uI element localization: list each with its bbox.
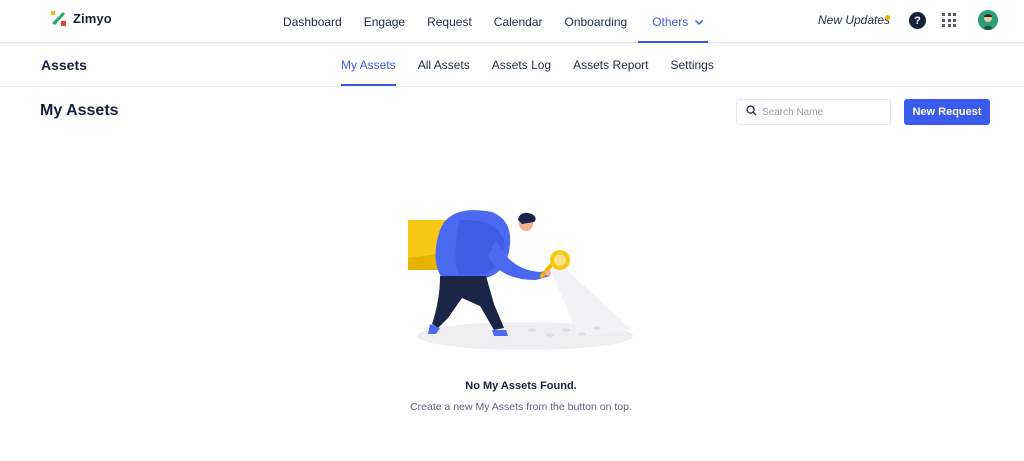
app-logo[interactable]: Zimyo [50,10,112,27]
nav-item-engage[interactable]: Engage [353,0,416,43]
app-name: Zimyo [73,11,112,26]
nav-item-others[interactable]: Others [638,0,709,43]
module-title: Assets [41,57,87,73]
empty-state-title: No My Assets Found. [465,380,577,392]
empty-search-illustration [400,200,640,360]
new-updates-link[interactable]: New Updates [818,13,890,27]
avatar[interactable] [978,10,998,30]
top-nav-bar: Zimyo Dashboard Engage Request Calendar … [0,0,1024,43]
search-box [736,99,891,125]
tab-assets-report[interactable]: Assets Report [562,43,659,86]
chevron-down-icon [694,17,704,27]
new-request-button[interactable]: New Request [904,99,990,125]
nav-item-calendar[interactable]: Calendar [483,0,554,43]
module-subnav-bar: Assets My Assets All Assets Assets Log A… [0,43,1024,87]
apps-grid-icon[interactable] [942,13,956,27]
module-tabs: My Assets All Assets Assets Log Assets R… [330,43,725,86]
nav-item-request[interactable]: Request [416,0,483,43]
page-title: My Assets [40,102,119,119]
tab-all-assets[interactable]: All Assets [407,43,481,86]
main-nav: Dashboard Engage Request Calendar Onboar… [272,0,709,43]
nav-item-others-label: Others [652,14,689,29]
nav-item-dashboard[interactable]: Dashboard [272,0,353,43]
empty-state-subtitle: Create a new My Assets from the button o… [410,401,632,413]
tab-my-assets[interactable]: My Assets [330,43,407,86]
zimyo-logo-icon [50,10,67,27]
search-input[interactable] [762,106,882,118]
help-icon[interactable]: ? [909,12,926,29]
nav-item-onboarding[interactable]: Onboarding [554,0,639,43]
updates-indicator-dot [885,15,890,20]
tab-settings[interactable]: Settings [659,43,724,86]
search-icon [746,103,757,121]
tab-assets-log[interactable]: Assets Log [481,43,562,86]
